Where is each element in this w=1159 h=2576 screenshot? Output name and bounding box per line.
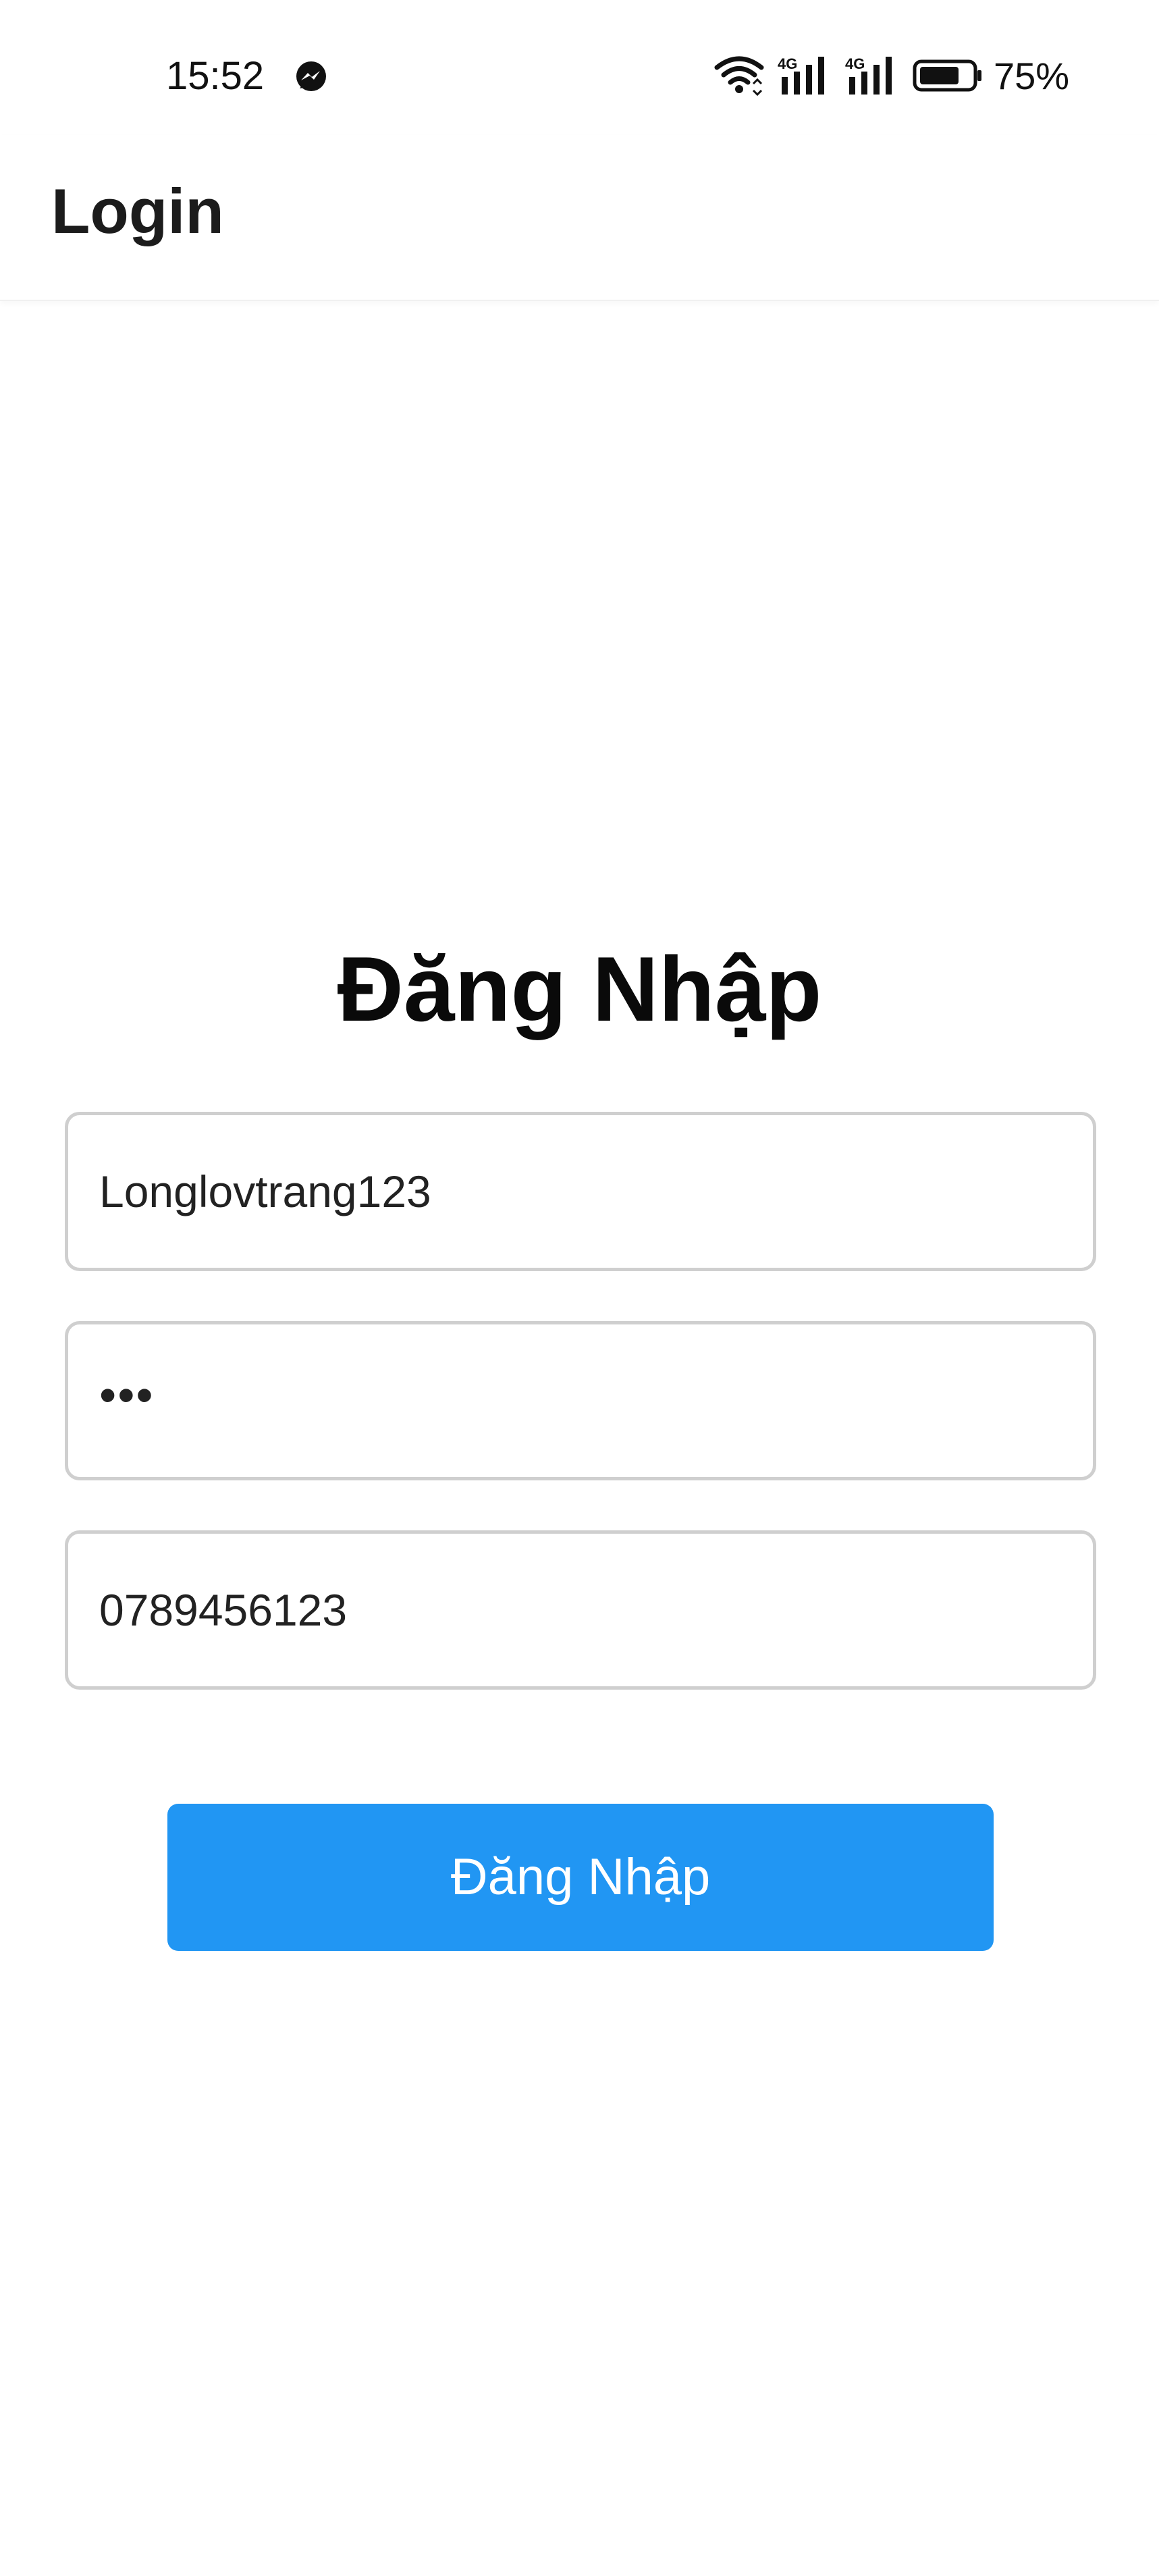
signal-4g-icon: 4G	[778, 55, 824, 95]
status-time: 15:52	[166, 54, 265, 98]
messenger-icon	[296, 61, 326, 91]
svg-text:4G: 4G	[778, 55, 797, 72]
phone-field[interactable]: 0789456123	[65, 1530, 1096, 1690]
app-bar-title: Login	[51, 176, 224, 246]
status-bar: 15:52 4G 4G 75%	[0, 0, 1159, 135]
signal-4g-icon: 4G	[845, 55, 892, 95]
username-value: Longlovtrang123	[99, 1166, 431, 1216]
login-heading: Đăng Nhập	[337, 938, 822, 1040]
app-bar: Login	[0, 135, 1159, 301]
password-value: •••	[99, 1368, 155, 1422]
wifi-icon	[714, 56, 764, 96]
password-field[interactable]: •••	[65, 1321, 1096, 1480]
username-field[interactable]: Longlovtrang123	[65, 1112, 1096, 1271]
svg-text:4G: 4G	[845, 55, 865, 72]
login-button[interactable]: Đăng Nhập	[167, 1804, 994, 1951]
battery-icon	[913, 59, 981, 92]
battery-percent: 75%	[994, 55, 1070, 97]
phone-value: 0789456123	[99, 1585, 348, 1635]
